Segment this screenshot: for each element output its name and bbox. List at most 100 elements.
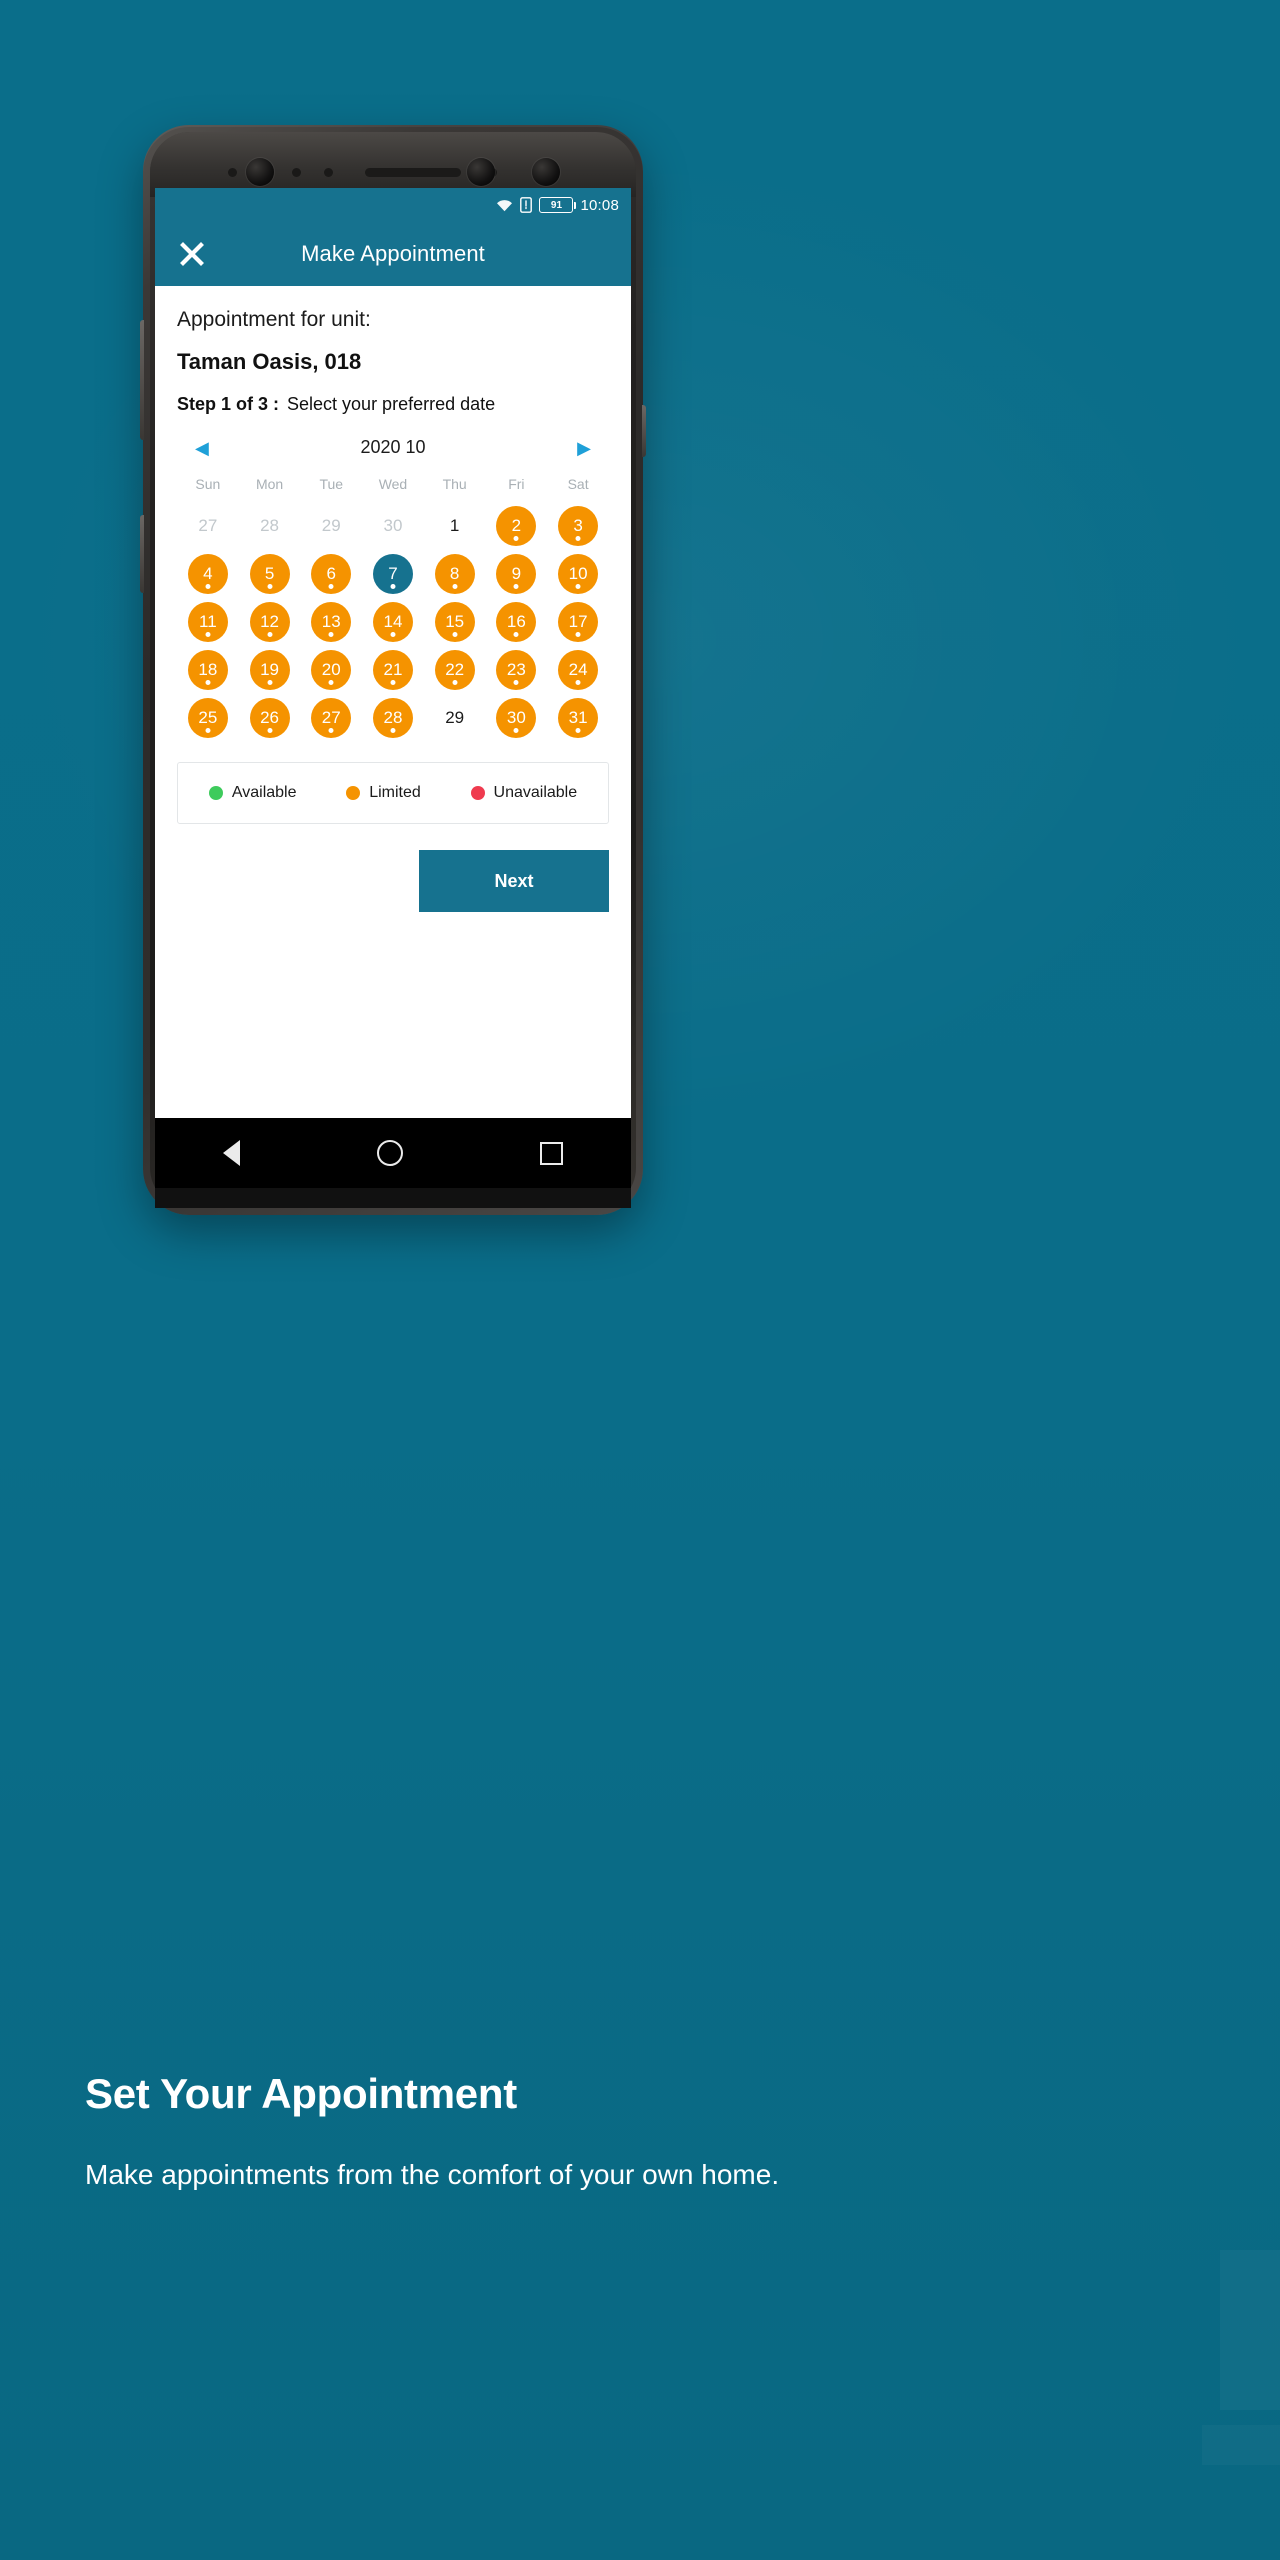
calendar-day-16[interactable]: 16 — [496, 602, 537, 642]
calendar-day-29[interactable]: 29 — [435, 698, 475, 738]
calendar-cell: 20 — [300, 646, 362, 694]
caption-block: Set Your Appointment Make appointments f… — [85, 2070, 785, 2197]
calendar-day-25[interactable]: 25 — [187, 698, 228, 738]
availability-dot-icon — [328, 728, 334, 733]
calendar-cell: 12 — [239, 598, 301, 646]
calendar-day-label: 4 — [203, 564, 213, 583]
calendar-day-label: 29 — [445, 708, 465, 727]
calendar-day-12[interactable]: 12 — [249, 602, 290, 642]
calendar-cell: 25 — [177, 694, 239, 742]
calendar-weekday-sun: Sun — [195, 476, 221, 492]
calendar-day-18[interactable]: 18 — [187, 650, 228, 690]
availability-dot-icon — [390, 728, 396, 733]
calendar-day-27[interactable]: 27 — [311, 698, 352, 738]
earpiece-speaker — [365, 168, 461, 177]
home-circle-icon[interactable] — [376, 1140, 403, 1166]
legend-dot-icon — [346, 786, 361, 800]
calendar-day-17[interactable]: 17 — [558, 602, 599, 642]
calendar-cell: 5 — [239, 550, 301, 598]
calendar-cell: 8 — [424, 550, 486, 598]
calendar-week-row: 4 5 6 7 8 9 10 — [177, 550, 609, 598]
calendar-day-15[interactable]: 15 — [434, 602, 475, 642]
availability-dot-icon — [575, 536, 581, 541]
calendar-day-26[interactable]: 26 — [249, 698, 290, 738]
calendar-day-label: 12 — [260, 612, 279, 631]
calendar-day-1[interactable]: 1 — [435, 506, 475, 546]
front-camera-icon — [246, 158, 274, 186]
calendar-day-9[interactable]: 9 — [496, 554, 537, 594]
legend-label: Limited — [369, 784, 421, 801]
availability-dot-icon — [513, 536, 519, 541]
calendar-day-22[interactable]: 22 — [434, 650, 475, 690]
calendar-cell: 28 — [239, 502, 301, 550]
calendar-day-8[interactable]: 8 — [434, 554, 475, 594]
prev-month-icon[interactable]: ◀ — [195, 439, 209, 457]
calendar-day-28[interactable]: 28 — [372, 698, 413, 738]
next-button[interactable]: Next — [419, 850, 609, 912]
sensor-dot-right — [324, 168, 333, 177]
calendar-day-label: 24 — [568, 660, 588, 679]
phone-chin — [155, 1188, 631, 1208]
legend-item-available: Available — [208, 784, 297, 802]
next-month-icon[interactable]: ▶ — [577, 439, 591, 457]
calendar-day-label: 29 — [321, 516, 341, 535]
calendar-day-4[interactable]: 4 — [187, 554, 228, 594]
close-icon[interactable] — [177, 239, 207, 269]
recents-square-icon[interactable] — [539, 1141, 563, 1165]
availability-dot-icon — [328, 584, 334, 589]
calendar-day-label: 22 — [445, 660, 465, 679]
availability-dot-icon — [452, 680, 458, 685]
calendar-cell: 10 — [547, 550, 609, 598]
availability-dot-icon — [205, 632, 211, 637]
calendar-cell: 2 — [486, 502, 548, 550]
volume-button[interactable] — [140, 320, 144, 440]
power-button[interactable] — [642, 405, 646, 457]
calendar-day-label: 18 — [198, 660, 218, 679]
calendar-day-19[interactable]: 19 — [249, 650, 290, 690]
calendar-day-23[interactable]: 23 — [496, 650, 537, 690]
calendar-day-6[interactable]: 6 — [311, 554, 352, 594]
calendar-day-label: 15 — [445, 612, 465, 631]
availability-dot-icon — [452, 632, 458, 637]
calendar-day-label: 13 — [321, 612, 341, 631]
legend-dot-icon — [470, 786, 485, 800]
legend-dot-icon — [208, 786, 223, 800]
calendar-day-14[interactable]: 14 — [372, 602, 413, 642]
calendar-cell: 3 — [547, 502, 609, 550]
calendar-cell: 23 — [486, 646, 548, 694]
calendar-day-3[interactable]: 3 — [558, 506, 599, 546]
calendar-cell: 14 — [362, 598, 424, 646]
availability-dot-icon — [267, 632, 273, 637]
calendar-day-24[interactable]: 24 — [558, 650, 599, 690]
calendar-day-30[interactable]: 30 — [496, 698, 537, 738]
background-accent-block — [1220, 2250, 1280, 2410]
calendar-cell: 24 — [547, 646, 609, 694]
calendar-day-label: 23 — [506, 660, 526, 679]
calendar-header: ◀ 2020 10 ▶ — [177, 431, 609, 462]
availability-dot-icon — [513, 632, 519, 637]
page-root: 91 10:08 Make Appointment Appointment fo… — [0, 0, 1280, 2560]
calendar-day-20[interactable]: 20 — [311, 650, 352, 690]
calendar-day-label: 14 — [383, 612, 403, 631]
calendar-day-5[interactable]: 5 — [249, 554, 290, 594]
calendar-day-label: 9 — [511, 564, 522, 583]
calendar-day-2[interactable]: 2 — [496, 506, 537, 546]
caption-body: Make appointments from the comfort of yo… — [85, 2159, 780, 2190]
calendar-day-7[interactable]: 7 — [372, 554, 413, 594]
calendar-day-21[interactable]: 21 — [372, 650, 413, 690]
caption-title: Set Your Appointment — [85, 2070, 517, 2117]
calendar-cell: 29 — [300, 502, 362, 550]
phone-screen: 91 10:08 Make Appointment Appointment fo… — [155, 188, 631, 1118]
bixby-button[interactable] — [140, 515, 144, 593]
calendar-day-10[interactable]: 10 — [558, 554, 599, 594]
calendar-cell: 29 — [424, 694, 486, 742]
calendar-day-28: 28 — [250, 506, 290, 546]
back-triangle-icon[interactable] — [223, 1140, 241, 1166]
calendar-day-31[interactable]: 31 — [558, 698, 599, 738]
calendar-day-label: 30 — [383, 516, 403, 535]
step-description: Select your preferred date — [287, 394, 496, 414]
calendar-cell: 30 — [486, 694, 548, 742]
calendar-day-11[interactable]: 11 — [187, 602, 228, 642]
availability-dot-icon — [575, 728, 581, 733]
calendar-day-13[interactable]: 13 — [311, 602, 352, 642]
